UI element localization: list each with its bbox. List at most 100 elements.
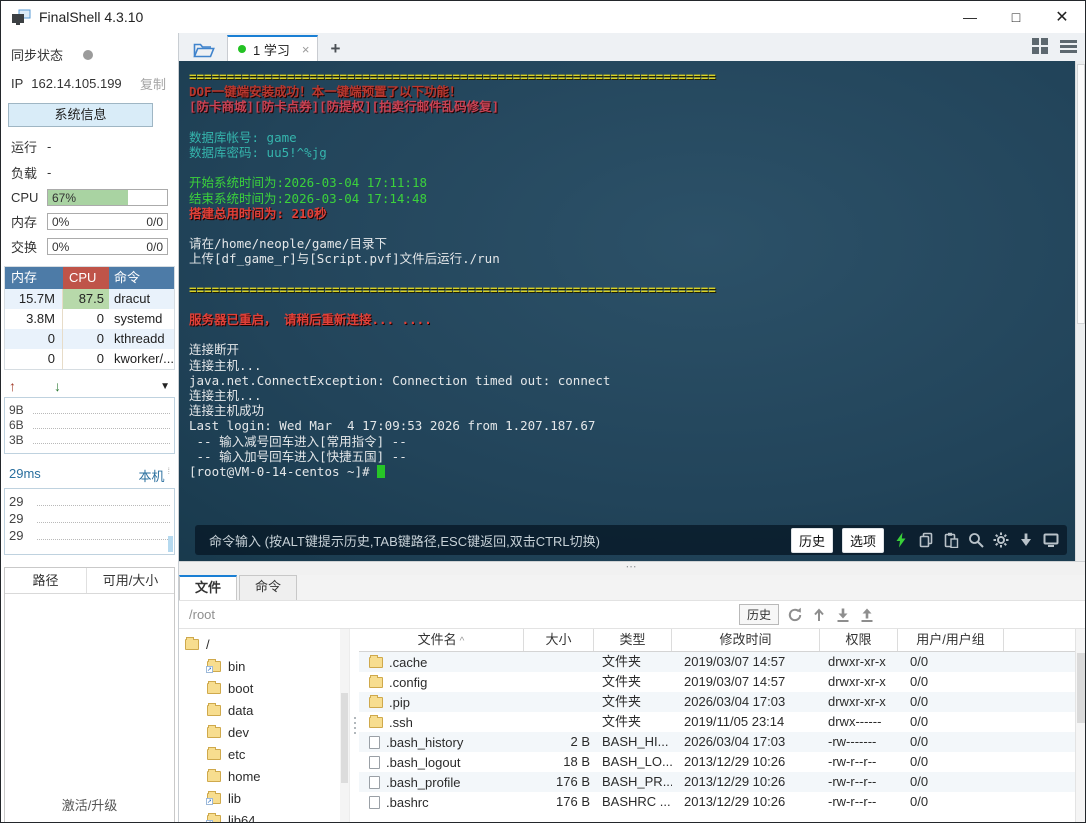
file-size <box>524 692 594 712</box>
upload-icon[interactable] <box>859 607 875 623</box>
tab-commands[interactable]: 命令 <box>239 575 297 600</box>
tree-item[interactable]: data <box>179 699 349 721</box>
gear-icon[interactable] <box>993 532 1009 548</box>
column-header-mtime[interactable]: 修改时间 <box>672 629 820 651</box>
table-row[interactable]: .ssh 文件夹 2019/11/05 23:14 drwx------ 0/0 <box>359 712 1085 732</box>
folder-icon <box>207 724 221 738</box>
file-owner: 0/0 <box>910 774 929 789</box>
paste-icon[interactable] <box>943 532 959 548</box>
file-mtime: 2019/11/05 23:14 <box>684 714 785 729</box>
file-mtime: 2013/12/29 10:26 <box>684 794 786 809</box>
process-row: 0 0 kthreadd <box>5 329 174 349</box>
ping-scrollbar[interactable] <box>168 536 173 552</box>
column-header-size[interactable]: 大小 <box>524 629 594 651</box>
process-cpu: 0 <box>63 309 109 329</box>
lightning-icon[interactable] <box>893 532 909 548</box>
file-mtime: 2013/12/29 10:26 <box>684 774 786 789</box>
terminal-scrollbar-thumb[interactable] <box>1077 64 1085 324</box>
refresh-icon[interactable] <box>787 607 803 623</box>
window-mode-icon[interactable] <box>1043 532 1059 548</box>
command-input[interactable]: 命令输入 (按ALT键提示历史,TAB键路径,ESC键返回,双击CTRL切换) <box>209 531 600 550</box>
table-row[interactable]: .bash_profile 176 B BASH_PR... 2013/12/2… <box>359 772 1085 792</box>
options-button[interactable]: 选项 <box>841 527 884 553</box>
column-header-type[interactable]: 类型 <box>594 629 672 651</box>
tree-scrollbar-thumb[interactable] <box>341 693 348 783</box>
tab-close-icon[interactable]: × <box>302 42 310 57</box>
terminal-line-text: 数据库帐号: game <box>189 129 297 145</box>
file-mtime: 2019/03/07 14:57 <box>684 654 786 669</box>
tree-item[interactable]: home <box>179 765 349 787</box>
table-scrollbar-thumb[interactable] <box>1077 653 1085 723</box>
tree-scrollbar[interactable] <box>340 629 349 822</box>
terminal-line-text <box>189 297 197 312</box>
process-table-body: 15.7M 87.5 dracut 3.8M 0 systemd 0 0 kth… <box>5 289 174 369</box>
column-header-perm[interactable]: 权限 <box>820 629 898 651</box>
file-size: 2 B <box>570 734 590 749</box>
open-folder-icon[interactable] <box>193 42 215 58</box>
dropdown-caret-icon[interactable]: ▼ <box>160 381 170 392</box>
table-row[interactable]: .pip 文件夹 2026/03/04 17:03 drwxr-xr-x 0/0 <box>359 692 1085 712</box>
process-cpu-value: 0 <box>96 331 104 346</box>
new-tab-button[interactable]: + <box>330 40 340 57</box>
session-tab[interactable]: 1 学习 × <box>227 35 319 61</box>
panel-splitter[interactable]: ⋯ <box>179 561 1085 575</box>
parent-dir-icon[interactable] <box>811 607 827 623</box>
tree-item[interactable]: boot <box>179 677 349 699</box>
mem-label: 内存 <box>11 215 38 230</box>
drag-handle-icon[interactable]: ⁞ <box>167 466 170 485</box>
disk-header-size[interactable]: 可用/大小 <box>87 568 174 593</box>
table-row[interactable]: .bash_logout 18 B BASH_LO... 2013/12/29 … <box>359 752 1085 772</box>
search-icon[interactable] <box>968 532 984 548</box>
grid-view-icon[interactable] <box>1032 38 1048 54</box>
file-permissions: drwxr-xr-x <box>828 694 886 709</box>
tree-item-label: data <box>228 702 254 718</box>
copy-button[interactable]: 复制 <box>140 74 166 93</box>
process-row: 15.7M 87.5 dracut <box>5 289 174 309</box>
tree-splitter[interactable] <box>349 629 359 822</box>
process-header-cmd[interactable]: 命令 <box>109 267 174 289</box>
terminal-line <box>189 160 1071 175</box>
activate-upgrade-link[interactable]: 激活/升级 <box>1 795 178 814</box>
table-row[interactable]: .config 文件夹 2019/03/07 14:57 drwxr-xr-x … <box>359 672 1085 692</box>
tree-item[interactable]: ➚ lib64 <box>179 809 349 822</box>
system-info-button[interactable]: 系统信息 <box>8 103 153 127</box>
minimize-button[interactable]: — <box>947 1 993 33</box>
tree-item[interactable]: dev <box>179 721 349 743</box>
maximize-button[interactable]: □ <box>993 1 1039 33</box>
symlink-badge: ➚ <box>206 665 213 673</box>
menu-icon[interactable] <box>1060 39 1077 53</box>
disk-header-path[interactable]: 路径 <box>5 568 87 593</box>
terminal-line <box>189 327 1071 342</box>
tab-files[interactable]: 文件 <box>179 575 237 600</box>
tree-item[interactable]: ➚ bin <box>179 655 349 677</box>
terminal-scrollbar[interactable] <box>1075 61 1085 561</box>
tree-item[interactable]: ➚ lib <box>179 787 349 809</box>
process-header-mem[interactable]: 内存 <box>5 267 63 289</box>
gridline <box>33 443 170 444</box>
tree-item[interactable]: etc <box>179 743 349 765</box>
tree-item[interactable]: / <box>179 633 349 655</box>
table-row[interactable]: .bash_history 2 B BASH_HI... 2026/03/04 … <box>359 732 1085 752</box>
process-header-cpu[interactable]: CPU <box>63 267 109 289</box>
path-input[interactable]: /root <box>189 607 215 622</box>
history-button[interactable]: 历史 <box>790 527 833 553</box>
close-button[interactable]: ✕ <box>1039 1 1085 33</box>
titlebar: FinalShell 4.3.10 — □ ✕ <box>1 1 1085 33</box>
terminal-line: 连接断开 <box>189 342 1071 357</box>
terminal-line: 连接主机... <box>189 388 1071 403</box>
terminal[interactable]: ========================================… <box>179 61 1085 561</box>
table-scrollbar[interactable] <box>1075 629 1085 822</box>
table-row[interactable]: .bashrc 176 B BASHRC ... 2013/12/29 10:2… <box>359 792 1085 812</box>
copy-icon[interactable] <box>918 532 934 548</box>
table-row[interactable]: .cache 文件夹 2019/03/07 14:57 drwxr-xr-x 0… <box>359 652 1085 672</box>
terminal-line-text: 连接主机... <box>189 357 262 373</box>
folder-icon <box>185 636 199 650</box>
file-name: .config <box>389 674 428 690</box>
swap-progressbar: 0% 0/0 <box>47 238 168 255</box>
path-history-button[interactable]: 历史 <box>739 604 780 625</box>
download-icon[interactable] <box>835 607 851 623</box>
column-header-name[interactable]: 文件名 ^ <box>359 629 524 651</box>
scroll-down-icon[interactable] <box>1018 532 1034 548</box>
process-cpu-value: 87.5 <box>63 289 109 309</box>
column-header-owner[interactable]: 用户/用户组 <box>898 629 1004 651</box>
